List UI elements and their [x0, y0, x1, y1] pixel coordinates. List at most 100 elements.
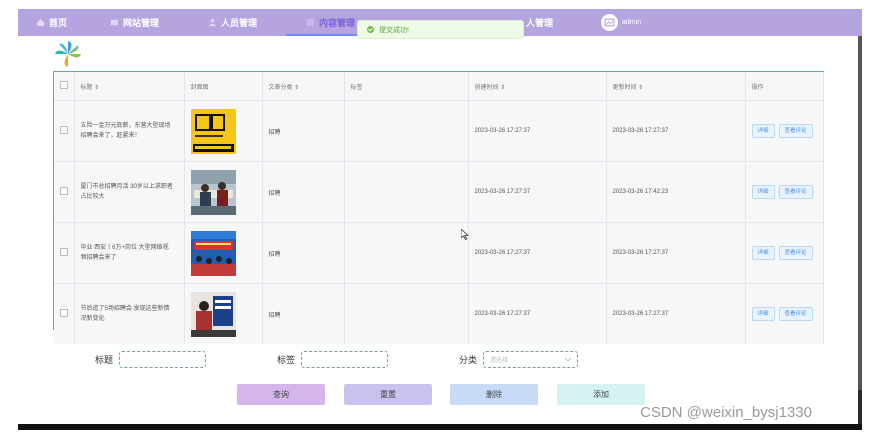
- row-checkbox[interactable]: [60, 309, 68, 317]
- row-updated: 2023-03-26 17:42:23: [606, 161, 746, 223]
- mouse-cursor-icon: [461, 229, 469, 240]
- row-category: 招聘: [262, 100, 345, 162]
- row-checkbox[interactable]: [60, 187, 68, 195]
- nav-label: 人管理: [526, 18, 554, 28]
- row-tag: [344, 283, 469, 344]
- row-tag: [344, 100, 469, 162]
- col-header-category[interactable]: 文章分类 ⇕: [262, 72, 345, 101]
- row-category: 招聘: [262, 161, 345, 223]
- add-button[interactable]: 添加: [557, 384, 645, 405]
- row-cover: [184, 222, 263, 284]
- row-checkbox[interactable]: [60, 126, 68, 134]
- site-icon: [110, 19, 119, 26]
- row-checkbox[interactable]: [60, 248, 68, 256]
- delete-button[interactable]: 删除: [450, 384, 538, 405]
- row-title: 厦门市总招聘月活 30岁以上求职者占比较大: [74, 161, 185, 223]
- cover-image: [190, 291, 236, 337]
- row-title: 节后逛了5场招聘会 发现这些新情况新变化: [74, 283, 185, 344]
- row-select-cell[interactable]: [54, 222, 75, 284]
- chevron-down-icon: [565, 357, 572, 362]
- nav-label: 首页: [49, 18, 68, 28]
- row-actions: 详细 查看评论: [745, 161, 824, 223]
- category-select-placeholder: 请选择: [490, 358, 509, 364]
- content-table: 标题 ⇕ 封面图 文章分类 ⇕ 标签 创建时间 ⇕ 更新时间 ⇕ 操作 五险一金…: [53, 71, 824, 344]
- watermark-text: CSDN @weixin_bysj1330: [640, 404, 812, 421]
- row-tag: [344, 161, 469, 223]
- table-row: 五险一金万元底薪，东营大型现场招聘会来了，赶紧来！ 招聘 2023-03-26 …: [54, 100, 824, 162]
- view-comments-button[interactable]: 查看评论: [778, 246, 813, 260]
- detail-button[interactable]: 详细: [751, 246, 775, 260]
- row-actions: 详细 查看评论: [745, 222, 824, 284]
- scrollbar-thumb[interactable]: [858, 30, 862, 390]
- row-updated: 2023-03-26 17:27:37: [606, 100, 746, 162]
- row-select-cell[interactable]: [54, 100, 75, 162]
- nav-label: 内容管理: [319, 18, 356, 28]
- home-icon: [36, 18, 45, 27]
- title-search-label: 标题: [95, 355, 114, 365]
- row-actions: 详细 查看评论: [745, 100, 824, 162]
- toast-message: 提交成功!: [379, 26, 409, 34]
- view-comments-button[interactable]: 查看评论: [778, 307, 813, 321]
- cover-image: [190, 108, 236, 154]
- tag-search-label: 标签: [277, 355, 296, 365]
- user-icon: [208, 18, 217, 27]
- window-bottom-border: [18, 424, 862, 430]
- nav-item-content-management[interactable]: 内容管理: [285, 9, 362, 36]
- view-comments-button[interactable]: 查看评论: [778, 185, 813, 199]
- row-created: 2023-03-26 17:27:37: [468, 283, 607, 344]
- success-check-icon: [367, 26, 374, 33]
- row-cover: [184, 161, 263, 223]
- col-header-created[interactable]: 创建时间 ⇕: [468, 72, 607, 101]
- row-category: 招聘: [262, 283, 345, 344]
- table-header-row: 标题 ⇕ 封面图 文章分类 ⇕ 标签 创建时间 ⇕ 更新时间 ⇕ 操作: [54, 72, 824, 101]
- col-header-cover: 封面图: [184, 72, 263, 101]
- cover-image: [190, 230, 236, 276]
- table-row: 毕业 西安丨6万+岗位 大型网络视频招聘会来了 招聘 2023-03-26 17…: [54, 222, 824, 284]
- row-created: 2023-03-26 17:27:37: [468, 222, 607, 284]
- nav-label: 人员管理: [221, 18, 258, 28]
- nav-item-home[interactable]: 首页: [36, 9, 67, 36]
- reset-button[interactable]: 重置: [344, 384, 432, 405]
- nav-label: 网站管理: [123, 18, 160, 28]
- nav-item-staff-management[interactable]: 人员管理: [208, 9, 257, 36]
- user-menu[interactable]: admin: [601, 9, 641, 36]
- row-created: 2023-03-26 17:27:37: [468, 100, 607, 162]
- category-search-label: 分类: [459, 355, 478, 365]
- avatar: [601, 14, 618, 31]
- row-select-cell[interactable]: [54, 161, 75, 223]
- row-updated: 2023-03-26 17:27:37: [606, 283, 746, 344]
- row-actions: 详细 查看评论: [745, 283, 824, 344]
- content-icon: [306, 18, 315, 27]
- row-title: 毕业 西安丨6万+岗位 大型网络视频招聘会来了: [74, 222, 185, 284]
- cover-image: [190, 169, 236, 215]
- tag-search-group: 标签: [277, 351, 389, 368]
- window-top-border: [0, 0, 870, 9]
- title-search-group: 标题: [95, 351, 207, 368]
- row-tag: [344, 222, 469, 284]
- select-all-cell[interactable]: [54, 72, 75, 101]
- col-header-actions: 操作: [745, 72, 824, 101]
- col-header-title[interactable]: 标题 ⇕: [74, 72, 185, 101]
- pinwheel-logo-icon: [55, 41, 81, 67]
- category-search-group: 分类 请选择: [459, 351, 579, 368]
- success-toast: 提交成功!: [357, 20, 524, 39]
- row-title: 五险一金万元底薪，东营大型现场招聘会来了，赶紧来！: [74, 100, 185, 162]
- row-select-cell[interactable]: [54, 283, 75, 344]
- detail-button[interactable]: 详细: [751, 185, 775, 199]
- select-all-checkbox[interactable]: [60, 81, 68, 89]
- detail-button[interactable]: 详细: [751, 307, 775, 321]
- nav-item-site-management[interactable]: 网站管理: [110, 9, 159, 36]
- window-left-border: [0, 9, 18, 433]
- detail-button[interactable]: 详细: [751, 124, 775, 138]
- nav-item-other-management[interactable]: 人管理: [526, 9, 553, 36]
- tag-search-input[interactable]: [301, 351, 389, 368]
- row-updated: 2023-03-26 17:27:37: [606, 222, 746, 284]
- query-button[interactable]: 查询: [237, 384, 325, 405]
- title-search-input[interactable]: [119, 351, 207, 368]
- row-cover: [184, 283, 263, 344]
- category-select[interactable]: 请选择: [483, 351, 579, 368]
- col-header-updated[interactable]: 更新时间 ⇕: [606, 72, 746, 101]
- view-comments-button[interactable]: 查看评论: [778, 124, 813, 138]
- row-created: 2023-03-26 17:27:37: [468, 161, 607, 223]
- table-row: 厦门市总招聘月活 30岁以上求职者占比较大 招聘 2023-03-26 17:2…: [54, 161, 824, 223]
